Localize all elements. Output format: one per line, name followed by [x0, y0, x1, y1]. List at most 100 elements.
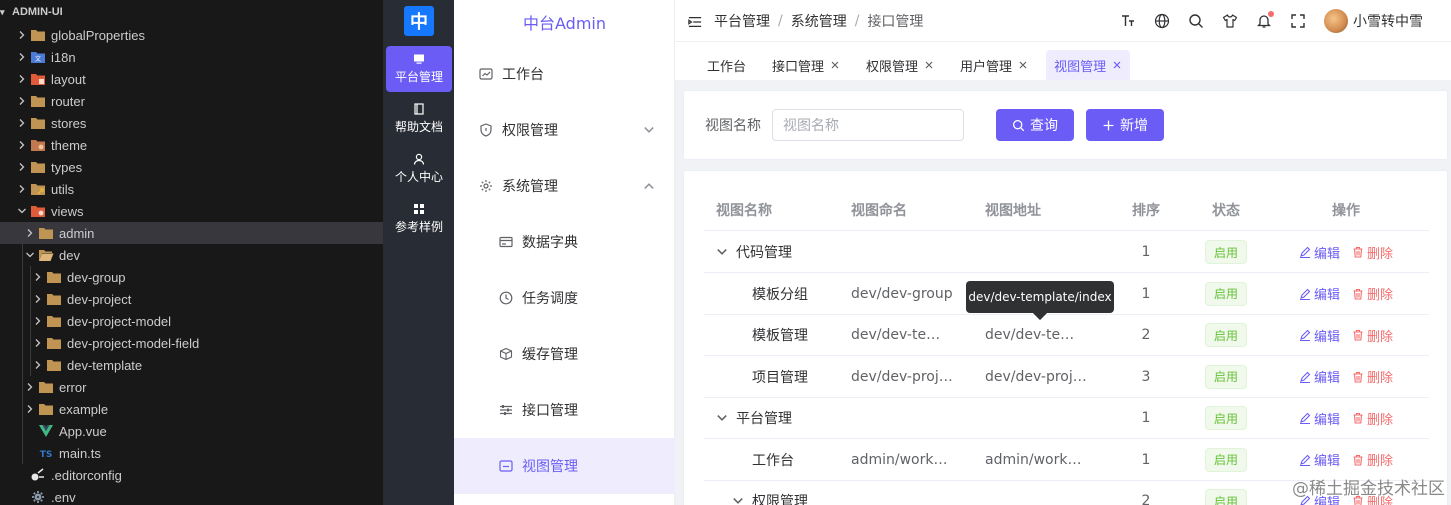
edit-button[interactable]: 编辑 — [1299, 284, 1340, 303]
explorer-title[interactable]: ▾ ADMIN-UI — [0, 0, 383, 24]
named-cell — [851, 231, 985, 273]
edit-label: 编辑 — [1313, 246, 1340, 262]
name-cell: 模板管理 — [716, 314, 851, 356]
app-logo[interactable]: 中 — [404, 6, 434, 36]
file-explorer: ▾ ADMIN-UI globalProperties 文 i18n layout ro… — [0, 0, 383, 505]
menu-item[interactable]: 缓存管理 — [454, 326, 675, 382]
menu-group[interactable]: 工作台 — [454, 46, 675, 102]
file-item[interactable]: .env — [0, 486, 383, 505]
delete-button[interactable]: 删除 — [1352, 284, 1393, 303]
rail-item[interactable]: 平台管理 — [386, 46, 452, 92]
folder-icon — [38, 402, 54, 416]
chevron-down-icon[interactable] — [716, 246, 728, 258]
delete-button[interactable]: 删除 — [1352, 450, 1393, 469]
sort-cell: 1 — [1141, 451, 1151, 468]
tree-item-label: admin — [59, 225, 95, 241]
delete-button[interactable]: 删除 — [1352, 326, 1393, 345]
rail-item[interactable]: 参考样例 — [386, 196, 452, 242]
page-tab[interactable]: 用户管理 — [952, 50, 1036, 80]
bell-icon[interactable] — [1256, 11, 1274, 29]
breadcrumb-item[interactable]: 系统管理 — [791, 11, 847, 31]
search-icon[interactable] — [1188, 13, 1204, 29]
folder-item[interactable]: router — [0, 90, 383, 112]
fullscreen-icon[interactable] — [1290, 13, 1306, 29]
folder-item[interactable]: error — [0, 376, 383, 398]
page-tab-label: 接口管理 — [772, 59, 825, 75]
delete-button[interactable]: 删除 — [1352, 367, 1393, 386]
view-name-cell: 工作台 — [752, 452, 794, 469]
query-button[interactable]: 查询 — [996, 109, 1074, 141]
delete-label: 删除 — [1367, 246, 1394, 262]
folder-item[interactable]: dev-group — [0, 266, 383, 288]
delete-button[interactable]: 删除 — [1352, 243, 1393, 262]
named-cell — [851, 480, 985, 505]
breadcrumb-item[interactable]: 平台管理 — [714, 11, 770, 31]
close-icon[interactable] — [1018, 60, 1028, 70]
edit-icon — [1299, 454, 1311, 466]
user-name[interactable]: 小雪转中雪 — [1353, 11, 1423, 31]
close-icon[interactable] — [830, 60, 840, 70]
folder-item[interactable]: 文 i18n — [0, 46, 383, 68]
font-size-icon[interactable] — [1120, 13, 1136, 29]
ops-cell: 编辑 删除 — [1266, 231, 1426, 273]
language-globe-icon[interactable] — [1154, 13, 1170, 29]
indent-guide — [22, 222, 23, 244]
chevron-down-icon[interactable] — [732, 495, 744, 505]
folder-item[interactable]: example — [0, 398, 383, 420]
sort-cell: 2 — [1141, 493, 1151, 505]
menu-group[interactable]: 权限管理 — [454, 102, 675, 158]
folder-item[interactable]: admin — [0, 222, 383, 244]
file-item[interactable]: TS main.ts — [0, 442, 383, 464]
rail-item[interactable]: 个人中心 — [386, 146, 452, 192]
tree-item-label: dev-group — [67, 269, 126, 285]
edit-button[interactable]: 编辑 — [1299, 326, 1340, 345]
folder-item[interactable]: stores — [0, 112, 383, 134]
menu-item[interactable]: 视图管理 — [454, 438, 675, 494]
delete-button[interactable]: 删除 — [1352, 409, 1393, 428]
edit-button[interactable]: 编辑 — [1299, 243, 1340, 262]
edit-button[interactable]: 编辑 — [1299, 450, 1340, 469]
menu-fold-icon[interactable] — [688, 14, 702, 28]
theme-shirt-icon[interactable] — [1222, 13, 1238, 29]
folder-item[interactable]: views — [0, 200, 383, 222]
add-button[interactable]: 新增 — [1086, 109, 1164, 141]
breadcrumb: 平台管理 / 系统管理 / 接口管理 — [714, 11, 923, 31]
chevron-down-icon[interactable] — [716, 412, 728, 424]
page-tab[interactable]: 工作台 — [699, 50, 754, 80]
folder-item[interactable]: theme — [0, 134, 383, 156]
page-tab[interactable]: 视图管理 — [1046, 50, 1131, 80]
file-item[interactable]: .editorconfig — [0, 464, 383, 486]
menu-item[interactable]: 任务调度 — [454, 270, 675, 326]
folder-item[interactable]: types — [0, 156, 383, 178]
status-badge: 启用 — [1204, 489, 1247, 505]
rail-item[interactable]: 帮助文档 — [386, 96, 452, 142]
folder-item[interactable]: utils — [0, 178, 383, 200]
folder-item[interactable]: globalProperties — [0, 24, 383, 46]
folder-item[interactable]: dev-project-model-field — [0, 332, 383, 354]
page-tab[interactable]: 权限管理 — [858, 50, 942, 80]
folder-item[interactable]: dev-project — [0, 288, 383, 310]
indent-guide — [30, 288, 31, 310]
folder-item[interactable]: dev-template — [0, 354, 383, 376]
search-form: 视图名称 查询 新增 — [683, 90, 1448, 160]
file-item[interactable]: App.vue — [0, 420, 383, 442]
folder-item[interactable]: dev — [0, 244, 383, 266]
close-icon[interactable] — [924, 60, 934, 70]
edit-button[interactable]: 编辑 — [1299, 367, 1340, 386]
status-cell: 启用 — [1186, 314, 1266, 356]
view-name-input[interactable] — [772, 109, 964, 141]
avatar[interactable] — [1324, 9, 1348, 33]
folder-item[interactable]: dev-project-model — [0, 310, 383, 332]
page-tab[interactable]: 接口管理 — [764, 50, 848, 80]
menu-item[interactable]: 数据字典 — [454, 214, 675, 270]
edit-label: 编辑 — [1313, 412, 1340, 428]
name-cell: 项目管理 — [716, 356, 851, 398]
svg-text:文: 文 — [35, 55, 41, 63]
close-icon[interactable] — [1112, 60, 1122, 70]
menu-group[interactable]: 系统管理 — [454, 158, 675, 214]
edit-button[interactable]: 编辑 — [1299, 409, 1340, 428]
menu-item[interactable]: 接口管理 — [454, 382, 675, 438]
folder-item[interactable]: layout — [0, 68, 383, 90]
column-header: 视图地址 — [985, 203, 1041, 219]
column-header: 排序 — [1132, 203, 1160, 219]
